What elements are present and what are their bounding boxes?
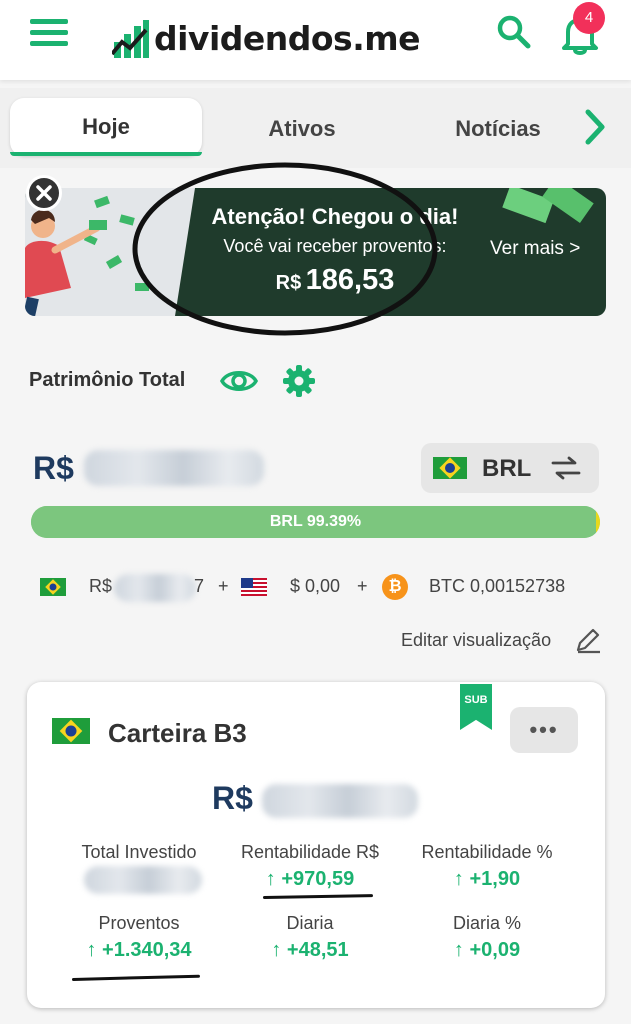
stat-label-rentabilidade-pct: Rentabilidade %: [421, 842, 553, 862]
search-icon[interactable]: [496, 14, 532, 50]
currency-switch-button[interactable]: BRL: [421, 443, 599, 493]
swap-arrows-icon: [551, 456, 581, 480]
logo[interactable]: dividendos.me: [112, 10, 421, 60]
stat-value-diaria-pct: ↑ +0,09: [453, 939, 521, 961]
hidden-card-value: [262, 784, 418, 818]
brl-suffix: 7: [194, 576, 205, 596]
total-currency-symbol: R$: [33, 450, 74, 486]
hidden-total-value: [84, 450, 264, 486]
usd-value: $ 0,00: [290, 576, 341, 596]
more-options-button[interactable]: •••: [510, 707, 578, 753]
eye-icon[interactable]: [220, 366, 258, 396]
dividend-banner[interactable]: Atenção! Chegou o dia! Você vai receber …: [25, 188, 606, 316]
plus-sign: +: [218, 576, 229, 596]
bitcoin-icon: ₿: [382, 574, 408, 600]
subscription-badge-label: SUB: [464, 694, 488, 706]
section-title: Patrimônio Total: [29, 369, 186, 391]
app-header: dividendos.me 4: [0, 0, 631, 80]
currency-label: BRL: [482, 455, 532, 482]
tab-ativos[interactable]: Ativos: [210, 100, 394, 158]
plus-sign: +: [357, 576, 368, 596]
notification-badge: 4: [573, 2, 605, 34]
banner-amount-currency: R$: [275, 272, 302, 294]
money-bills-illustration: [502, 188, 594, 224]
currency-allocation-bar: BRL 99.39%: [31, 506, 600, 538]
banner-title: Atenção! Chegou o dia!: [211, 204, 459, 229]
hidden-total-investido: [84, 866, 202, 894]
stat-value-proventos: ↑ +1.340,34: [86, 939, 192, 961]
usa-flag-icon: [241, 578, 267, 596]
stat-value-rentabilidade-pct: ↑ +1,90: [453, 868, 521, 890]
close-banner-button[interactable]: [26, 175, 62, 211]
tab-noticias[interactable]: Notícias: [400, 100, 596, 158]
see-more-link[interactable]: Ver mais >: [490, 238, 580, 260]
edit-view-link[interactable]: Editar visualização: [401, 630, 551, 651]
logo-chart-icon: [112, 20, 149, 58]
brazil-flag-icon: [52, 718, 90, 744]
brazil-flag-icon: [433, 457, 467, 479]
gear-icon[interactable]: [282, 364, 316, 398]
chevron-right-icon[interactable]: [580, 108, 610, 146]
brl-prefix: R$: [89, 576, 113, 596]
logo-text: dividendos.me: [154, 19, 421, 58]
banner-amount: R$ 186,53: [175, 264, 495, 297]
hidden-brl-value: [114, 574, 196, 602]
stat-value-rentabilidade-rs: ↑ +970,59: [265, 868, 355, 890]
stat-label-diaria-pct: Diaria %: [452, 913, 522, 933]
stat-label-diaria: Diaria: [286, 913, 334, 933]
btc-value: BTC 0,00152738: [429, 576, 566, 596]
stat-value-diaria: ↑ +48,51: [271, 939, 349, 961]
stat-label-proventos: Proventos: [98, 913, 180, 933]
banner-amount-value: 186,53: [305, 264, 395, 296]
allocation-bar-label: BRL 99.39%: [269, 513, 362, 530]
menu-icon[interactable]: [30, 19, 68, 47]
card-title: Carteira B3: [108, 718, 247, 748]
brazil-flag-icon: [40, 578, 66, 596]
card-currency-symbol: R$: [212, 780, 253, 816]
stat-label-rentabilidade-rs: Rentabilidade R$: [240, 842, 380, 862]
tab-hoje[interactable]: Hoje: [10, 98, 202, 156]
stat-label-total-investido: Total Investido: [81, 842, 197, 862]
close-icon: [36, 185, 52, 201]
banner-subtitle: Você vai receber proventos:: [223, 236, 447, 256]
pencil-icon[interactable]: [574, 626, 602, 654]
